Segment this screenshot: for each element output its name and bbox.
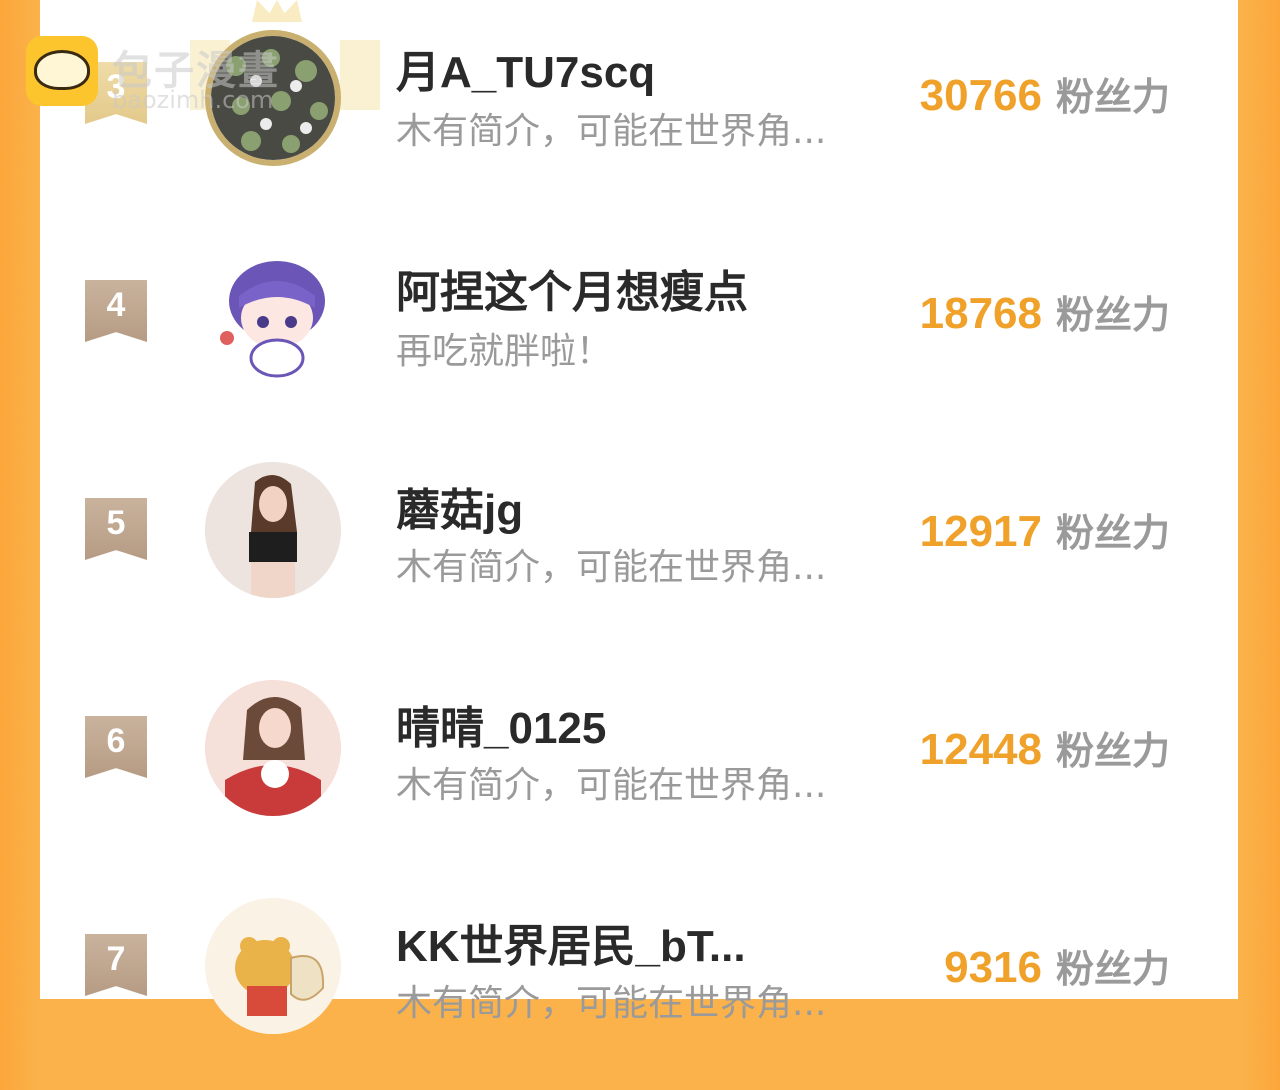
avatar-image: [205, 680, 341, 816]
user-name[interactable]: 蘑菇jg: [396, 474, 523, 538]
rank-badge: 7: [85, 934, 147, 996]
list-item[interactable]: 7 KK世界居民_bT... 木有简介，可能在世界角... 9316 粉丝力: [40, 872, 1238, 1090]
user-bio: 木有简介，可能在世界角...: [396, 547, 827, 588]
wing-decoration: [340, 40, 380, 110]
bun-logo-icon: [26, 36, 98, 106]
fans-score: 30766 粉丝力: [920, 66, 1170, 121]
user-bio: 木有简介，可能在世界角...: [396, 111, 827, 152]
user-name[interactable]: 晴晴_0125: [396, 692, 606, 756]
list-item[interactable]: 5 蘑菇jg 木有简介，可能在世界角... 12917 粉丝力: [40, 436, 1238, 654]
crown-icon: [252, 0, 302, 22]
watermark-subtitle: baozimh.com: [112, 86, 274, 114]
user-name[interactable]: 阿捏这个月想瘦点: [396, 256, 748, 320]
avatar-image: [205, 898, 341, 1034]
fans-score: 12917 粉丝力: [920, 502, 1170, 557]
rank-badge: 5: [85, 498, 147, 560]
user-name[interactable]: KK世界居民_bT...: [396, 910, 746, 974]
fans-count: 18768: [919, 289, 1042, 338]
rank-badge: 4: [85, 280, 147, 342]
list-item[interactable]: 4 阿捏这个月想瘦点 再吃就胖啦！ 18768 粉丝力: [40, 218, 1238, 436]
fans-unit-label: 粉丝力: [1055, 75, 1170, 119]
avatar[interactable]: [205, 680, 341, 816]
avatar-image: [220, 261, 325, 378]
user-bio: 木有简介，可能在世界角...: [396, 983, 827, 1024]
bun-face-icon: [34, 50, 90, 90]
fans-unit-label: 粉丝力: [1055, 729, 1170, 773]
user-bio: 木有简介，可能在世界角...: [396, 765, 827, 806]
fans-count: 12917: [919, 507, 1042, 556]
fans-count: 30766: [919, 71, 1042, 120]
fans-score: 9316 粉丝力: [944, 938, 1170, 993]
user-name[interactable]: 月A_TU7scq: [396, 36, 655, 100]
avatar[interactable]: [205, 246, 341, 382]
fans-unit-label: 粉丝力: [1055, 947, 1170, 991]
avatar[interactable]: [205, 462, 341, 598]
fans-count: 9316: [944, 943, 1042, 992]
avatar[interactable]: [205, 898, 341, 1034]
user-bio: 再吃就胖啦！: [396, 331, 613, 372]
fans-unit-label: 粉丝力: [1055, 293, 1170, 337]
leaderboard-panel: 3 月A_TU7scq 木有简介，可能在世界角... 30766 粉丝力 4 阿…: [40, 0, 1238, 1034]
list-item[interactable]: 6 晴晴_0125 木有简介，可能在世界角... 12448 粉丝力: [40, 654, 1238, 872]
fans-score: 18768 粉丝力: [920, 284, 1170, 339]
fans-count: 12448: [919, 725, 1042, 774]
avatar-image: [205, 462, 341, 598]
fans-score: 12448 粉丝力: [920, 720, 1170, 775]
fans-unit-label: 粉丝力: [1055, 511, 1170, 555]
rank-badge: 6: [85, 716, 147, 778]
